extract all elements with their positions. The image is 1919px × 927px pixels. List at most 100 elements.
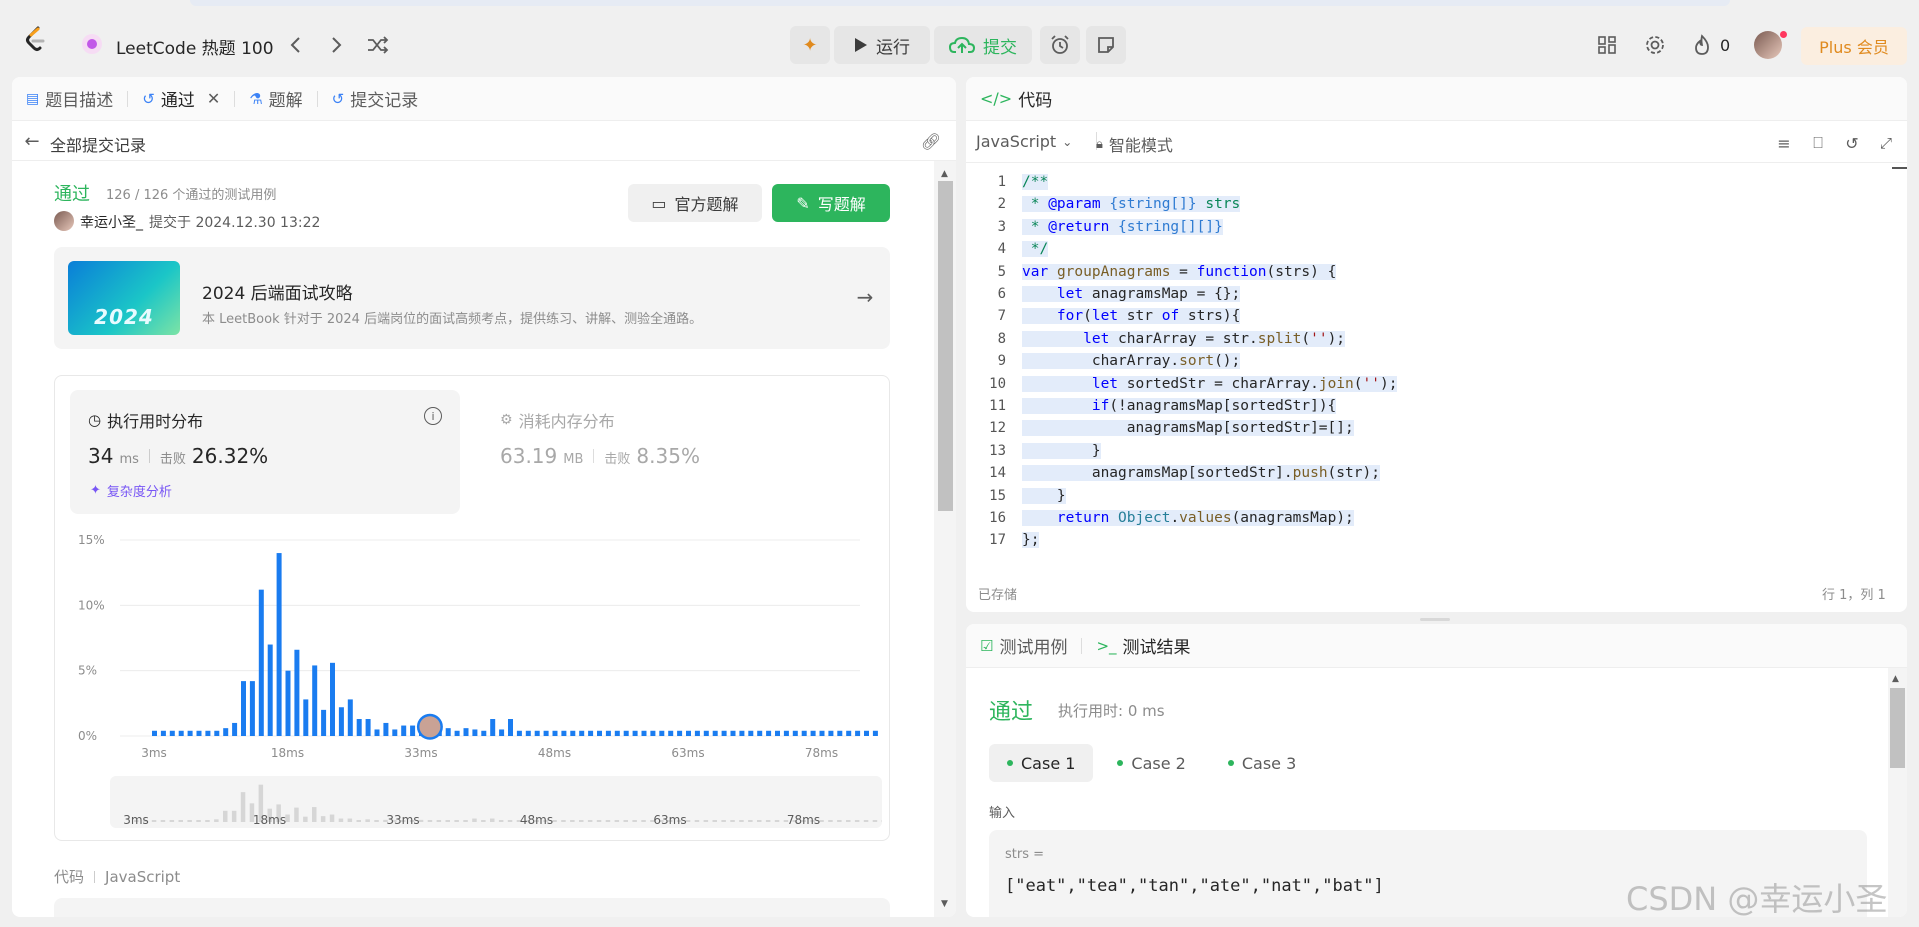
- layout-icon[interactable]: [1596, 34, 1618, 56]
- scroll-down-icon[interactable]: ▼: [941, 899, 948, 909]
- runtime-bar[interactable]: [463, 728, 469, 736]
- runtime-bar[interactable]: [623, 730, 629, 736]
- runtime-bar[interactable]: [570, 730, 576, 736]
- code-line[interactable]: if(!anagramsMap[sortedStr]){: [1022, 395, 1337, 417]
- runtime-bar[interactable]: [614, 730, 620, 736]
- runtime-bar[interactable]: [454, 730, 460, 736]
- runtime-bar[interactable]: [605, 730, 611, 736]
- arrow-left-icon[interactable]: ←: [22, 131, 42, 152]
- left-scrollbar-thumb[interactable]: [938, 181, 953, 511]
- case-tab-1[interactable]: Case 1: [989, 744, 1094, 782]
- runtime-bar[interactable]: [588, 730, 594, 736]
- debug-button[interactable]: ✦: [790, 26, 830, 64]
- resize-handle[interactable]: [1420, 618, 1450, 621]
- code-area[interactable]: 1 2 3 4 5 6 7 8 9 10 11 12 13 14 15 16 17/** * @param {s…: [966, 167, 1907, 549]
- runtime-bar[interactable]: [499, 729, 505, 736]
- runtime-bar[interactable]: [703, 730, 709, 736]
- runtime-bar[interactable]: [347, 699, 353, 736]
- runtime-bar[interactable]: [721, 730, 727, 736]
- runtime-bar[interactable]: [472, 729, 478, 736]
- smart-mode-toggle[interactable]: 🔒︎ 智能模式: [1096, 132, 1173, 156]
- code-line[interactable]: for(let str of strs){: [1022, 305, 1241, 327]
- runtime-bar[interactable]: [668, 730, 674, 736]
- runtime-bar[interactable]: [534, 730, 540, 736]
- runtime-bar[interactable]: [214, 730, 220, 736]
- runtime-bar[interactable]: [481, 730, 487, 736]
- runtime-bar[interactable]: [819, 730, 825, 736]
- runtime-bar[interactable]: [730, 730, 736, 736]
- runtime-bar[interactable]: [249, 681, 255, 736]
- scroll-up-icon[interactable]: ▲: [1892, 674, 1899, 684]
- runtime-bar[interactable]: [196, 730, 202, 736]
- link-icon[interactable]: 🔗︎: [920, 130, 942, 152]
- runtime-bar[interactable]: [694, 730, 700, 736]
- run-button[interactable]: 运行: [834, 26, 930, 64]
- runtime-bar[interactable]: [312, 665, 318, 736]
- runtime-bar[interactable]: [365, 719, 371, 736]
- runtime-bar[interactable]: [552, 730, 558, 736]
- official-solution-button[interactable]: ▭ 官方题解: [628, 184, 762, 222]
- all-submissions-link[interactable]: 全部提交记录: [50, 132, 146, 156]
- runtime-bar[interactable]: [810, 730, 816, 736]
- runtime-bar[interactable]: [267, 644, 273, 736]
- runtime-bar[interactable]: [846, 730, 852, 736]
- format-icon[interactable]: ≡: [1774, 133, 1794, 153]
- runtime-bar[interactable]: [445, 728, 451, 736]
- tab-code[interactable]: </> 代码: [966, 77, 1066, 121]
- bookmark-icon[interactable]: ⎕: [1808, 133, 1828, 153]
- runtime-bar[interactable]: [401, 725, 407, 736]
- runtime-bar[interactable]: [160, 730, 166, 736]
- author-avatar[interactable]: [54, 211, 74, 231]
- runtime-bar[interactable]: [490, 719, 496, 736]
- leetcode-logo-icon[interactable]: [22, 26, 48, 52]
- runtime-bar[interactable]: [712, 730, 718, 736]
- settings-gear-icon[interactable]: [1644, 34, 1666, 56]
- runtime-bar[interactable]: [739, 730, 745, 736]
- runtime-bar[interactable]: [321, 709, 327, 736]
- runtime-bar[interactable]: [392, 729, 398, 736]
- runtime-bar[interactable]: [766, 730, 772, 736]
- timer-button[interactable]: [1040, 26, 1080, 64]
- runtime-bar[interactable]: [294, 649, 300, 736]
- runtime-bar[interactable]: [525, 730, 531, 736]
- runtime-bar[interactable]: [285, 670, 291, 736]
- code-line[interactable]: /**: [1022, 171, 1049, 193]
- runtime-bar[interactable]: [205, 730, 211, 736]
- code-line[interactable]: let sortedStr = charArray.join('');: [1022, 373, 1398, 395]
- code-line[interactable]: charArray.sort();: [1022, 350, 1241, 372]
- runtime-bar[interactable]: [374, 729, 380, 736]
- runtime-bar[interactable]: [330, 662, 335, 736]
- runtime-bar[interactable]: [792, 730, 798, 736]
- runtime-bar[interactable]: [659, 730, 665, 736]
- code-line[interactable]: }: [1022, 485, 1066, 507]
- fire-streak-icon[interactable]: [1692, 33, 1712, 57]
- code-line[interactable]: let anagramsMap = {};: [1022, 283, 1241, 305]
- runtime-bar[interactable]: [258, 589, 264, 736]
- memory-panel[interactable]: ⚙ 消耗内存分布: [500, 408, 615, 432]
- language-select[interactable]: JavaScript ⌄: [976, 132, 1072, 151]
- reset-icon[interactable]: ↺: [1842, 133, 1862, 153]
- runtime-bar[interactable]: [828, 730, 834, 736]
- problem-list-title[interactable]: LeetCode 热题 100: [116, 34, 274, 59]
- code-line[interactable]: }: [1022, 440, 1101, 462]
- tab-test-result[interactable]: >_ 测试结果: [1082, 624, 1204, 668]
- runtime-bar[interactable]: [837, 730, 843, 736]
- code-line[interactable]: var groupAnagrams = function(strs) {: [1022, 261, 1337, 283]
- user-avatar[interactable]: [1754, 31, 1782, 59]
- tab-testcases[interactable]: ☑ 测试用例: [966, 624, 1081, 668]
- runtime-bar[interactable]: [632, 730, 638, 736]
- plus-member-button[interactable]: Plus 会员: [1801, 27, 1907, 65]
- runtime-bar[interactable]: [232, 722, 238, 736]
- results-scrollbar-thumb[interactable]: [1890, 688, 1905, 768]
- next-problem-icon[interactable]: [326, 34, 348, 56]
- runtime-bar[interactable]: [650, 730, 656, 736]
- runtime-bar[interactable]: [178, 730, 184, 736]
- runtime-bar[interactable]: [775, 730, 780, 736]
- runtime-bar[interactable]: [677, 730, 683, 736]
- runtime-bar[interactable]: [303, 699, 309, 736]
- runtime-bar[interactable]: [686, 730, 691, 736]
- runtime-bar[interactable]: [223, 728, 229, 736]
- runtime-bar[interactable]: [579, 730, 585, 736]
- case-tab-2[interactable]: Case 2: [1099, 744, 1203, 782]
- code-line[interactable]: anagramsMap[sortedStr].push(str);: [1022, 462, 1380, 484]
